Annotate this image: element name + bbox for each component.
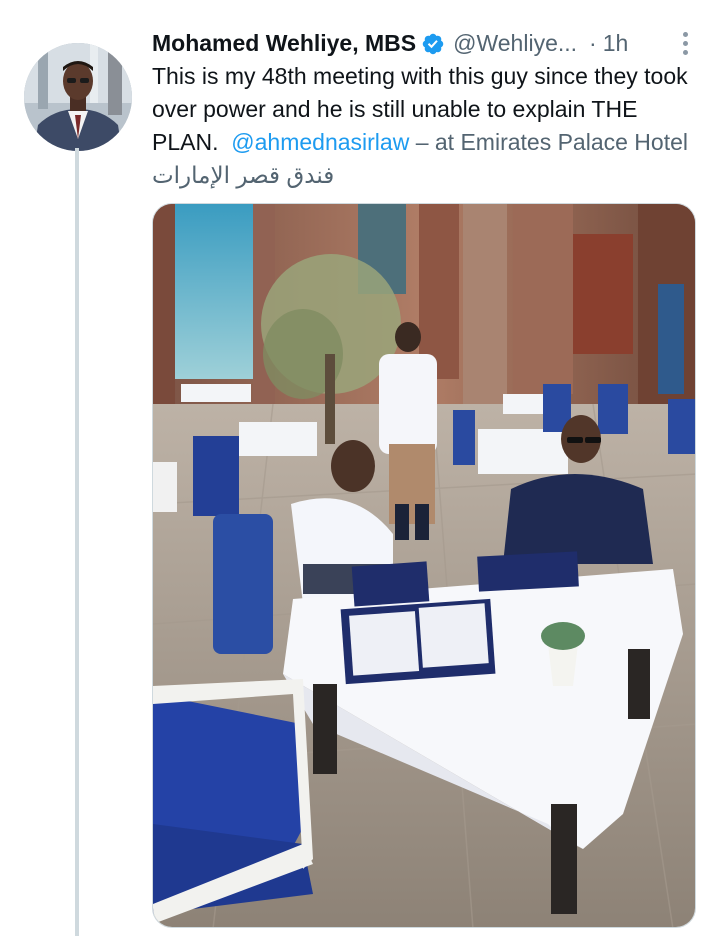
timestamp[interactable]: 1h <box>603 30 629 57</box>
verified-badge-icon <box>422 33 444 55</box>
mention-link[interactable]: @ahmednasirlaw <box>231 129 409 155</box>
more-options-icon[interactable] <box>672 26 698 60</box>
thread-line <box>75 148 79 936</box>
avatar[interactable] <box>24 43 132 151</box>
user-handle[interactable]: @Wehliye... <box>453 30 577 57</box>
location-prefix[interactable]: – at Emirates Palace Hotel <box>409 129 688 155</box>
tweet[interactable]: Mohamed Wehliye, MBS @Wehliye... · 1h Th… <box>0 0 720 936</box>
location-arabic[interactable]: فندق قصر الإمارات <box>152 162 334 188</box>
display-name[interactable]: Mohamed Wehliye, MBS <box>152 30 416 57</box>
tweet-photo[interactable] <box>152 203 696 928</box>
separator-dot: · <box>589 29 597 56</box>
tweet-text: This is my 48th meeting with this guy si… <box>152 60 692 192</box>
tweet-header: Mohamed Wehliye, MBS @Wehliye... · 1h <box>152 26 692 60</box>
profile-photo-icon <box>24 43 132 151</box>
terrace-photo-icon <box>153 204 695 927</box>
